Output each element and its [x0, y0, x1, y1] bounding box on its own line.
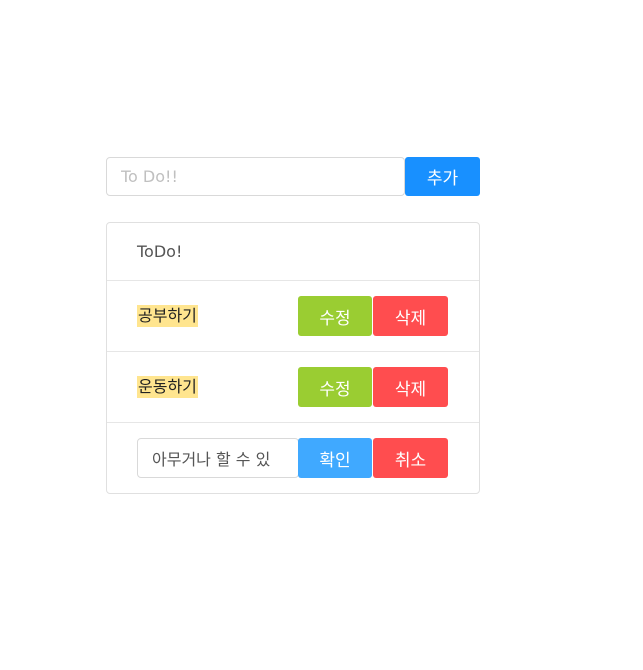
todo-app: 추가 ToDo! 공부하기 수정 삭제 운동하기 수정 삭제 확인 취소 [106, 157, 480, 494]
todo-item: 공부하기 수정 삭제 [107, 281, 479, 352]
todo-input[interactable] [106, 157, 405, 196]
todo-item-text: 운동하기 [137, 376, 198, 398]
delete-button[interactable]: 삭제 [373, 367, 448, 407]
todo-item-edit-actions: 확인 취소 [298, 438, 448, 478]
todo-list: ToDo! 공부하기 수정 삭제 운동하기 수정 삭제 확인 취소 [106, 222, 480, 494]
list-title: ToDo! [137, 242, 183, 261]
todo-item-text: 공부하기 [137, 305, 198, 327]
todo-item-actions: 수정 삭제 [298, 296, 448, 336]
confirm-button[interactable]: 확인 [298, 438, 372, 478]
todo-item: 운동하기 수정 삭제 [107, 352, 479, 423]
edit-todo-input[interactable] [137, 438, 299, 478]
todo-item-editing: 확인 취소 [107, 423, 479, 493]
add-todo-form: 추가 [106, 157, 480, 196]
edit-button[interactable]: 수정 [298, 296, 372, 336]
edit-button[interactable]: 수정 [298, 367, 372, 407]
list-header: ToDo! [107, 223, 479, 281]
todo-item-actions: 수정 삭제 [298, 367, 448, 407]
cancel-button[interactable]: 취소 [373, 438, 448, 478]
add-button[interactable]: 추가 [405, 157, 480, 196]
delete-button[interactable]: 삭제 [373, 296, 448, 336]
